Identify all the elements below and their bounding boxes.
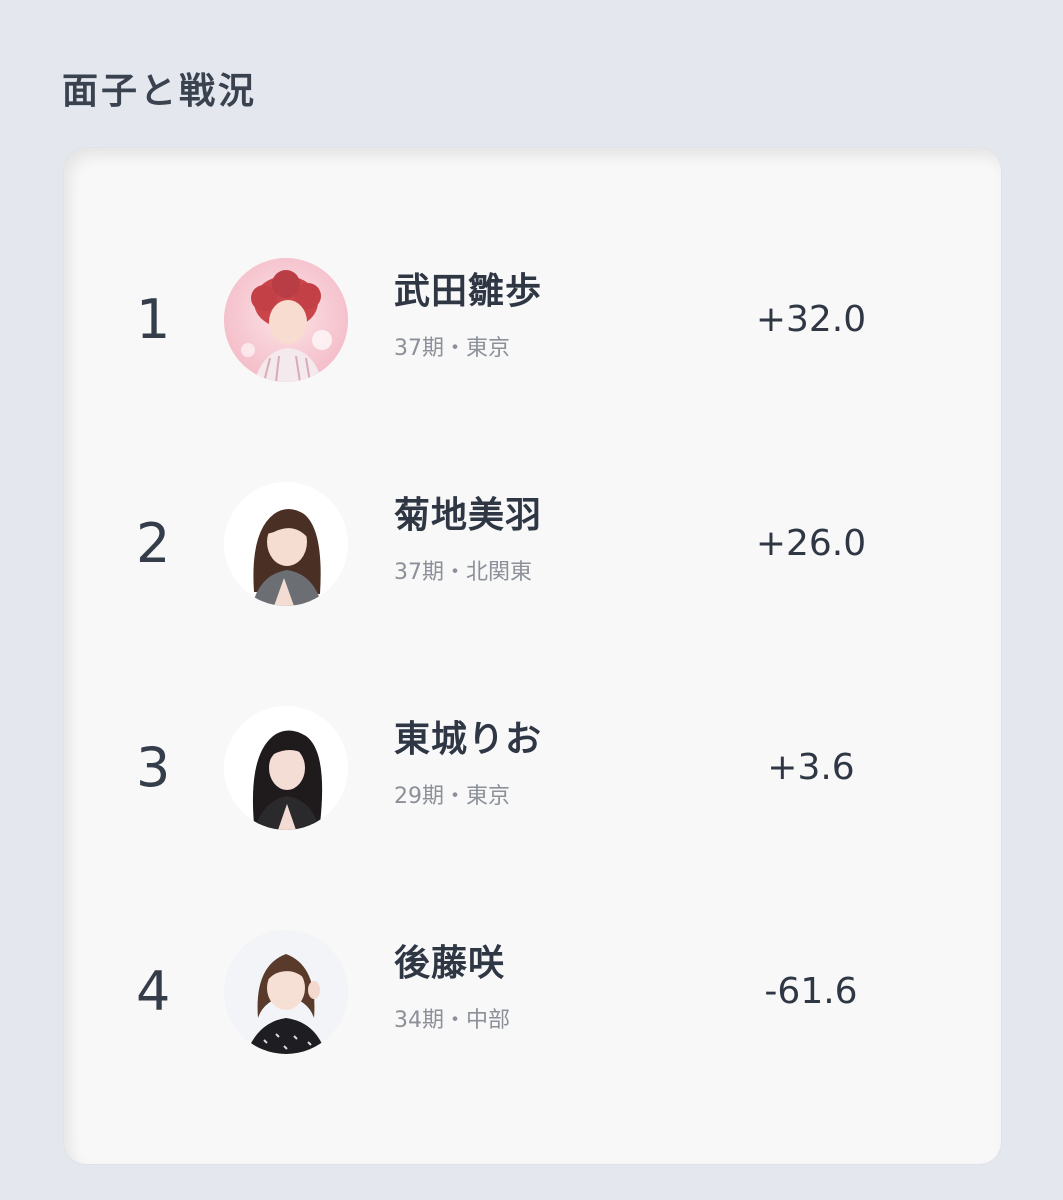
player-row[interactable]: 1 武田雛歩 37期・東京 +32.0 bbox=[64, 250, 1001, 390]
player-row[interactable]: 4 後藤咲 34期・中部 -61.6 bbox=[64, 922, 1001, 1062]
player-avatar bbox=[224, 706, 348, 830]
player-photo-icon bbox=[224, 930, 348, 1054]
player-avatar bbox=[224, 930, 348, 1054]
player-rank: 2 bbox=[136, 512, 171, 575]
player-avatar bbox=[224, 482, 348, 606]
standings-card: 1 武田雛歩 37期・東京 +32.0 2 菊地美羽 37期・北関東 +26.0… bbox=[64, 148, 1001, 1164]
player-score: +3.6 bbox=[767, 747, 855, 788]
player-rank: 1 bbox=[136, 288, 171, 351]
player-name: 武田雛歩 bbox=[394, 271, 543, 312]
player-name: 東城りお bbox=[394, 719, 543, 760]
player-avatar bbox=[224, 258, 348, 382]
player-photo-icon bbox=[224, 706, 348, 830]
player-name: 菊地美羽 bbox=[394, 495, 543, 536]
player-score: +32.0 bbox=[755, 299, 867, 340]
player-row[interactable]: 3 東城りお 29期・東京 +3.6 bbox=[64, 698, 1001, 838]
player-meta: 29期・東京 bbox=[394, 784, 510, 809]
section-title: 面子と戦況 bbox=[62, 71, 258, 112]
player-row[interactable]: 2 菊地美羽 37期・北関東 +26.0 bbox=[64, 474, 1001, 614]
player-photo-icon bbox=[224, 258, 348, 382]
player-rank: 4 bbox=[136, 960, 171, 1023]
player-meta: 37期・東京 bbox=[394, 336, 510, 361]
player-meta: 37期・北関東 bbox=[394, 560, 532, 585]
player-photo-icon bbox=[224, 482, 348, 606]
player-score: +26.0 bbox=[755, 523, 867, 564]
player-name: 後藤咲 bbox=[394, 943, 506, 984]
player-rank: 3 bbox=[136, 736, 171, 799]
player-meta: 34期・中部 bbox=[394, 1008, 510, 1033]
player-score: -61.6 bbox=[764, 971, 858, 1012]
